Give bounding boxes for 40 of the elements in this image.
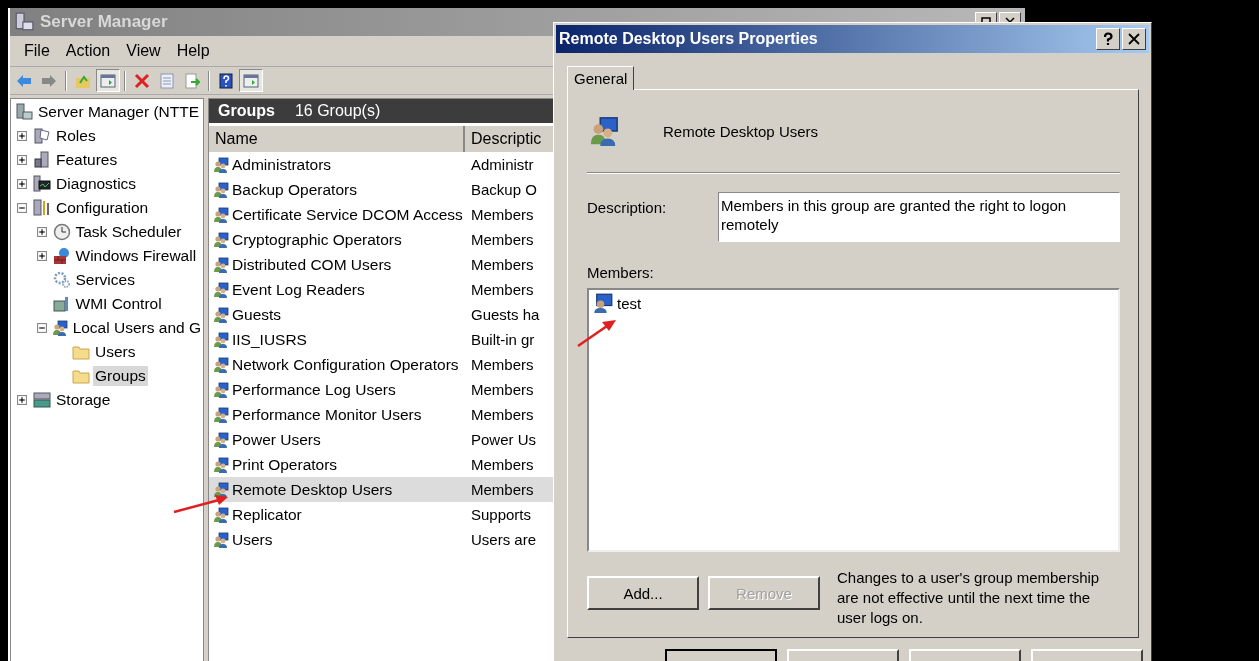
group-name: Users — [232, 530, 273, 549]
group-count: 16 Group(s) — [294, 102, 381, 120]
group-name: IIS_IUSRS — [232, 330, 307, 349]
field-label: Description: — [587, 198, 668, 216]
group-name: Print Operators — [232, 455, 338, 474]
group-description: Backup O — [471, 181, 537, 198]
group-description: Members — [471, 356, 534, 373]
group-description: Administr — [471, 156, 534, 173]
group-name: Network Configuration Operators — [232, 355, 459, 374]
group-name: Replicator — [232, 505, 302, 524]
group-description: Members — [471, 456, 534, 473]
group-description: Supports — [471, 506, 532, 523]
group-description: Members — [471, 231, 534, 248]
group-description: Users are — [471, 531, 537, 548]
group-name: Cryptographic Operators — [232, 230, 402, 249]
group-name: Certificate Service DCOM Access — [232, 205, 463, 224]
pane-title: Groups — [218, 102, 275, 120]
group-name: Remote Desktop Users — [663, 122, 819, 140]
dialog-title: Remote Desktop Users Properties — [559, 30, 818, 48]
group-name: Guests — [232, 305, 282, 324]
group-name: Power Users — [232, 430, 321, 449]
group-description: Power Us — [471, 431, 537, 448]
group-description: Members — [471, 381, 534, 398]
group-description: Members — [471, 256, 534, 273]
group-description: Members — [471, 206, 534, 223]
group-name: Performance Log Users — [232, 380, 396, 399]
group-description: Members — [471, 281, 534, 298]
group-name: Event Log Readers — [232, 280, 365, 299]
group-name: Remote Desktop Users — [232, 480, 393, 499]
note-text: Changes to a user's group membership are not effective until the next time the user logs on. — [837, 568, 1101, 628]
group-description: Guests ha — [471, 306, 540, 323]
group-name: Performance Monitor Users — [232, 405, 422, 424]
group-description: Members — [471, 406, 534, 423]
group-name: Distributed COM Users — [232, 255, 392, 274]
group-description: Built-in gr — [471, 331, 535, 348]
group-description: Members — [471, 481, 534, 498]
group-name: Administrators — [232, 155, 332, 174]
window-title: Server Manager — [40, 12, 168, 32]
field-label: Members: — [587, 264, 654, 281]
group-name: Backup Operators — [232, 180, 357, 199]
